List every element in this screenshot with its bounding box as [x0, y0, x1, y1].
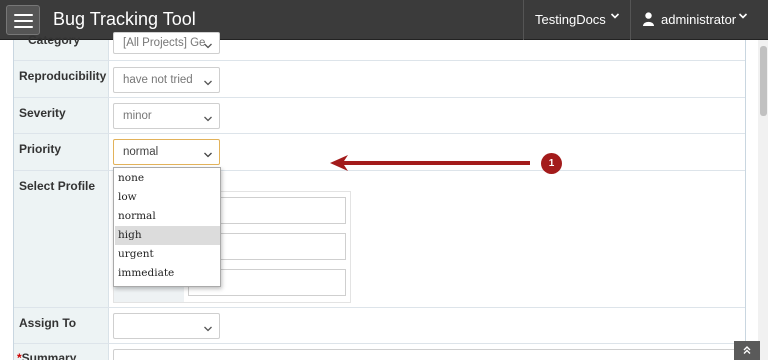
summary-label: *Summary	[17, 351, 76, 360]
row-divider	[14, 97, 745, 98]
user-menu-label: administrator	[661, 12, 737, 27]
chevron-down-icon	[203, 147, 213, 158]
user-icon	[643, 12, 654, 26]
category-label: Category	[28, 33, 81, 47]
row-divider	[14, 343, 745, 344]
category-select[interactable]: [All Projects] General	[113, 32, 220, 54]
chevron-down-icon	[203, 38, 213, 49]
summary-input[interactable]	[113, 349, 745, 360]
project-selector-label: TestingDocs	[535, 12, 606, 27]
summary-label-text: Summary	[21, 351, 77, 360]
option-label: low	[118, 191, 137, 203]
select-profile-label: Select Profile	[19, 179, 96, 193]
annotation-badge: 1	[541, 153, 562, 174]
option-label: immediate	[118, 267, 175, 279]
user-menu[interactable]: administrator	[630, 0, 768, 40]
assign-to-select[interactable]	[113, 313, 220, 339]
severity-select[interactable]: minor	[113, 103, 220, 129]
annotation-arrow	[330, 155, 530, 171]
hamburger-icon[interactable]	[6, 5, 40, 35]
scrollbar-thumb[interactable]	[760, 46, 767, 116]
option-label: none	[118, 172, 145, 184]
back-to-top-icon[interactable]	[734, 341, 760, 360]
priority-option-urgent[interactable]: urgent	[115, 245, 220, 264]
row-divider	[14, 307, 745, 308]
row-divider	[14, 133, 745, 134]
chevron-down-icon	[610, 11, 620, 24]
app-title: Bug Tracking Tool	[53, 9, 196, 29]
project-selector[interactable]: TestingDocs	[523, 0, 630, 40]
reproducibility-label: Reproducibility	[19, 69, 107, 83]
option-label: urgent	[118, 248, 154, 260]
priority-option-none[interactable]: none	[115, 169, 220, 188]
assign-to-label: Assign To	[19, 316, 77, 330]
column-divider	[108, 40, 109, 360]
severity-label: Severity	[19, 106, 66, 120]
row-divider	[14, 60, 745, 61]
priority-dropdown-list: none low normal high urgent immediate	[113, 167, 221, 287]
priority-option-immediate[interactable]: immediate	[115, 264, 220, 283]
category-value: [All Projects] General	[123, 37, 205, 49]
label-column	[14, 40, 108, 360]
option-label: normal	[118, 210, 156, 222]
priority-select[interactable]: normal	[113, 139, 220, 165]
reproducibility-value: have not tried	[123, 74, 193, 86]
priority-option-high[interactable]: high	[115, 226, 220, 245]
priority-option-normal[interactable]: normal	[115, 207, 220, 226]
priority-label: Priority	[19, 142, 62, 156]
severity-value: minor	[123, 110, 152, 122]
priority-option-low[interactable]: low	[115, 188, 220, 207]
chevron-down-icon	[203, 75, 213, 86]
option-label: high	[118, 229, 142, 241]
chevron-down-icon	[738, 11, 748, 24]
chevron-down-icon	[203, 321, 213, 332]
chevron-down-icon	[203, 111, 213, 122]
priority-value: normal	[123, 146, 159, 158]
reproducibility-select[interactable]: have not tried	[113, 67, 220, 93]
